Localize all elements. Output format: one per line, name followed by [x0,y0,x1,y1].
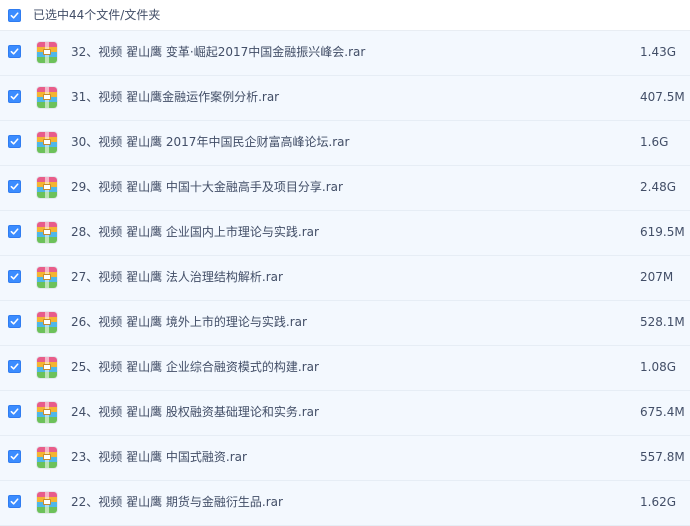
rar-archive-icon [37,222,57,243]
checkmark-icon [10,273,19,280]
rar-archive-icon [37,492,57,513]
selection-count-text: 已选中44个文件/文件夹 [33,8,161,22]
checkmark-icon [10,363,19,370]
checkmark-icon [10,12,19,19]
file-row[interactable]: 23、视频 翟山鹰 中国式融资.rar 557.8M [0,436,690,481]
file-row[interactable]: 32、视频 翟山鹰 变革·崛起2017中国金融振兴峰会.rar 1.43G [0,31,690,76]
file-list: 32、视频 翟山鹰 变革·崛起2017中国金融振兴峰会.rar 1.43G 31… [0,31,690,526]
file-row[interactable]: 25、视频 翟山鹰 企业综合融资模式的构建.rar 1.08G [0,346,690,391]
file-name[interactable]: 29、视频 翟山鹰 中国十大金融高手及项目分享.rar [71,179,343,195]
file-name[interactable]: 28、视频 翟山鹰 企业国内上市理论与实践.rar [71,224,319,240]
file-row[interactable]: 31、视频 翟山鹰金融运作案例分析.rar 407.5M [0,76,690,121]
rar-archive-icon [37,357,57,378]
checkmark-icon [10,228,19,235]
file-size: 1.08G [640,360,677,374]
file-name[interactable]: 22、视频 翟山鹰 期货与金融衍生品.rar [71,494,283,510]
checkmark-icon [10,93,19,100]
file-checkbox[interactable] [8,360,21,373]
file-size: 207M [640,270,674,284]
selection-header: 已选中44个文件/文件夹 [0,0,690,31]
file-name[interactable]: 24、视频 翟山鹰 股权融资基础理论和实务.rar [71,404,319,420]
file-row[interactable]: 24、视频 翟山鹰 股权融资基础理论和实务.rar 675.4M [0,391,690,436]
file-row[interactable]: 29、视频 翟山鹰 中国十大金融高手及项目分享.rar 2.48G [0,166,690,211]
file-name[interactable]: 32、视频 翟山鹰 变革·崛起2017中国金融振兴峰会.rar [71,44,365,60]
rar-archive-icon [37,132,57,153]
file-size: 407.5M [640,90,685,104]
file-checkbox[interactable] [8,450,21,463]
checkmark-icon [10,183,19,190]
file-name[interactable]: 30、视频 翟山鹰 2017年中国民企财富高峰论坛.rar [71,134,349,150]
file-size: 557.8M [640,450,685,464]
rar-archive-icon [37,402,57,423]
file-checkbox[interactable] [8,135,21,148]
file-row[interactable]: 26、视频 翟山鹰 境外上市的理论与实践.rar 528.1M [0,301,690,346]
rar-archive-icon [37,267,57,288]
rar-archive-icon [37,177,57,198]
file-size: 619.5M [640,225,685,239]
checkmark-icon [10,48,19,55]
file-name[interactable]: 23、视频 翟山鹰 中国式融资.rar [71,449,247,465]
checkmark-icon [10,453,19,460]
file-size: 528.1M [640,315,685,329]
rar-archive-icon [37,87,57,108]
file-size: 675.4M [640,405,685,419]
rar-archive-icon [37,312,57,333]
file-name[interactable]: 31、视频 翟山鹰金融运作案例分析.rar [71,89,279,105]
rar-archive-icon [37,42,57,63]
file-name[interactable]: 25、视频 翟山鹰 企业综合融资模式的构建.rar [71,359,319,375]
file-checkbox[interactable] [8,180,21,193]
checkmark-icon [10,318,19,325]
file-row[interactable]: 28、视频 翟山鹰 企业国内上市理论与实践.rar 619.5M [0,211,690,256]
file-checkbox[interactable] [8,225,21,238]
rar-archive-icon [37,447,57,468]
file-row[interactable]: 22、视频 翟山鹰 期货与金融衍生品.rar 1.62G [0,481,690,526]
file-name[interactable]: 27、视频 翟山鹰 法人治理结构解析.rar [71,269,283,285]
file-size: 1.43G [640,45,677,59]
select-all-checkbox[interactable] [8,9,21,22]
checkmark-icon [10,408,19,415]
file-row[interactable]: 27、视频 翟山鹰 法人治理结构解析.rar 207M [0,256,690,301]
file-checkbox[interactable] [8,405,21,418]
file-row[interactable]: 30、视频 翟山鹰 2017年中国民企财富高峰论坛.rar 1.6G [0,121,690,166]
file-checkbox[interactable] [8,270,21,283]
file-checkbox[interactable] [8,495,21,508]
file-size: 2.48G [640,180,677,194]
file-checkbox[interactable] [8,45,21,58]
file-size: 1.62G [640,495,677,509]
file-checkbox[interactable] [8,90,21,103]
checkmark-icon [10,138,19,145]
file-checkbox[interactable] [8,315,21,328]
checkmark-icon [10,498,19,505]
file-name[interactable]: 26、视频 翟山鹰 境外上市的理论与实践.rar [71,314,307,330]
file-size: 1.6G [640,135,669,149]
